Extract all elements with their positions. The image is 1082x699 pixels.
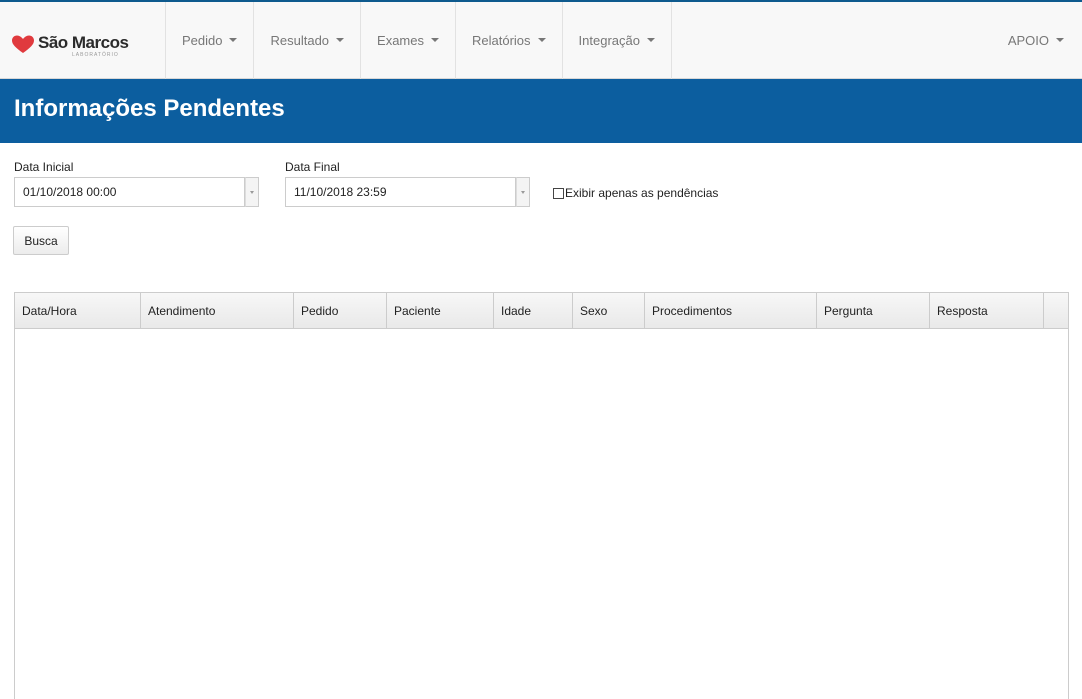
navbar: São Marcos LABORATÓRIO Pedido Resultado … [0, 0, 1082, 79]
only-pending-checkbox[interactable]: Exibir apenas as pendências [553, 186, 718, 200]
column-header-pergunta[interactable]: Pergunta [817, 293, 930, 328]
caret-down-icon [250, 190, 254, 194]
nav-user-menu[interactable]: APOIO [1008, 2, 1064, 79]
title-bar: Informações Pendentes [0, 79, 1082, 143]
column-header-idade[interactable]: Idade [494, 293, 573, 328]
brand-logo[interactable]: São Marcos LABORATÓRIO [10, 33, 129, 64]
column-header-spacer [1044, 293, 1068, 328]
nav-item-label: Resultado [270, 33, 330, 48]
caret-down-icon [336, 37, 345, 42]
nav-menu: Pedido Resultado Exames Relatórios Integ… [165, 2, 672, 79]
caret-down-icon [431, 37, 439, 42]
nav-item-label: Exames [377, 33, 424, 48]
nav-item-resultado[interactable]: Resultado [253, 2, 360, 79]
nav-item-relatorios[interactable]: Relatórios [455, 2, 562, 79]
column-header-sexo[interactable]: Sexo [573, 293, 645, 328]
column-header-pedido[interactable]: Pedido [294, 293, 387, 328]
nav-user-label: APOIO [1007, 33, 1049, 48]
caret-down-icon [1056, 37, 1064, 42]
column-header-paciente[interactable]: Paciente [387, 293, 494, 328]
brand-subtitle: LABORATÓRIO [72, 52, 119, 58]
heart-icon [12, 35, 34, 53]
app-window: São Marcos LABORATÓRIO Pedido Resultado … [0, 0, 1082, 699]
end-date-dropdown[interactable] [516, 177, 530, 207]
nav-item-exames[interactable]: Exames [360, 2, 455, 79]
nav-item-label: Integração [578, 33, 640, 48]
checkbox-box[interactable] [553, 187, 564, 199]
end-date-label: Data Final [285, 160, 340, 174]
column-header-data-hora[interactable]: Data/Hora [15, 293, 141, 328]
nav-item-integracao[interactable]: Integração [561, 2, 672, 79]
end-date-input[interactable]: 11/10/2018 23:59 [285, 177, 516, 207]
column-header-resposta[interactable]: Resposta [930, 293, 1044, 328]
nav-item-pedido[interactable]: Pedido [165, 2, 253, 79]
search-button[interactable]: Busca [13, 226, 69, 255]
results-grid: Data/Hora Atendimento Pedido Paciente Id… [14, 292, 1069, 699]
start-date-input[interactable]: 01/10/2018 00:00 [14, 177, 245, 207]
start-date-label: Data Inicial [14, 160, 74, 174]
caret-down-icon [646, 37, 655, 42]
caret-down-icon [537, 37, 546, 42]
nav-item-label: Relatórios [472, 33, 531, 48]
column-header-procedimentos[interactable]: Procedimentos [645, 293, 817, 328]
nav-item-label: Pedido [182, 33, 223, 48]
grid-header: Data/Hora Atendimento Pedido Paciente Id… [15, 293, 1068, 329]
column-header-atendimento[interactable]: Atendimento [141, 293, 294, 328]
page-title: Informações Pendentes [14, 95, 285, 122]
only-pending-label: Exibir apenas as pendências [565, 186, 719, 200]
brand-text: São Marcos LABORATÓRIO [38, 33, 129, 59]
caret-down-icon [229, 37, 238, 42]
caret-down-icon [521, 190, 525, 194]
start-date-dropdown[interactable] [245, 177, 259, 207]
brand-name: São Marcos [38, 33, 129, 52]
